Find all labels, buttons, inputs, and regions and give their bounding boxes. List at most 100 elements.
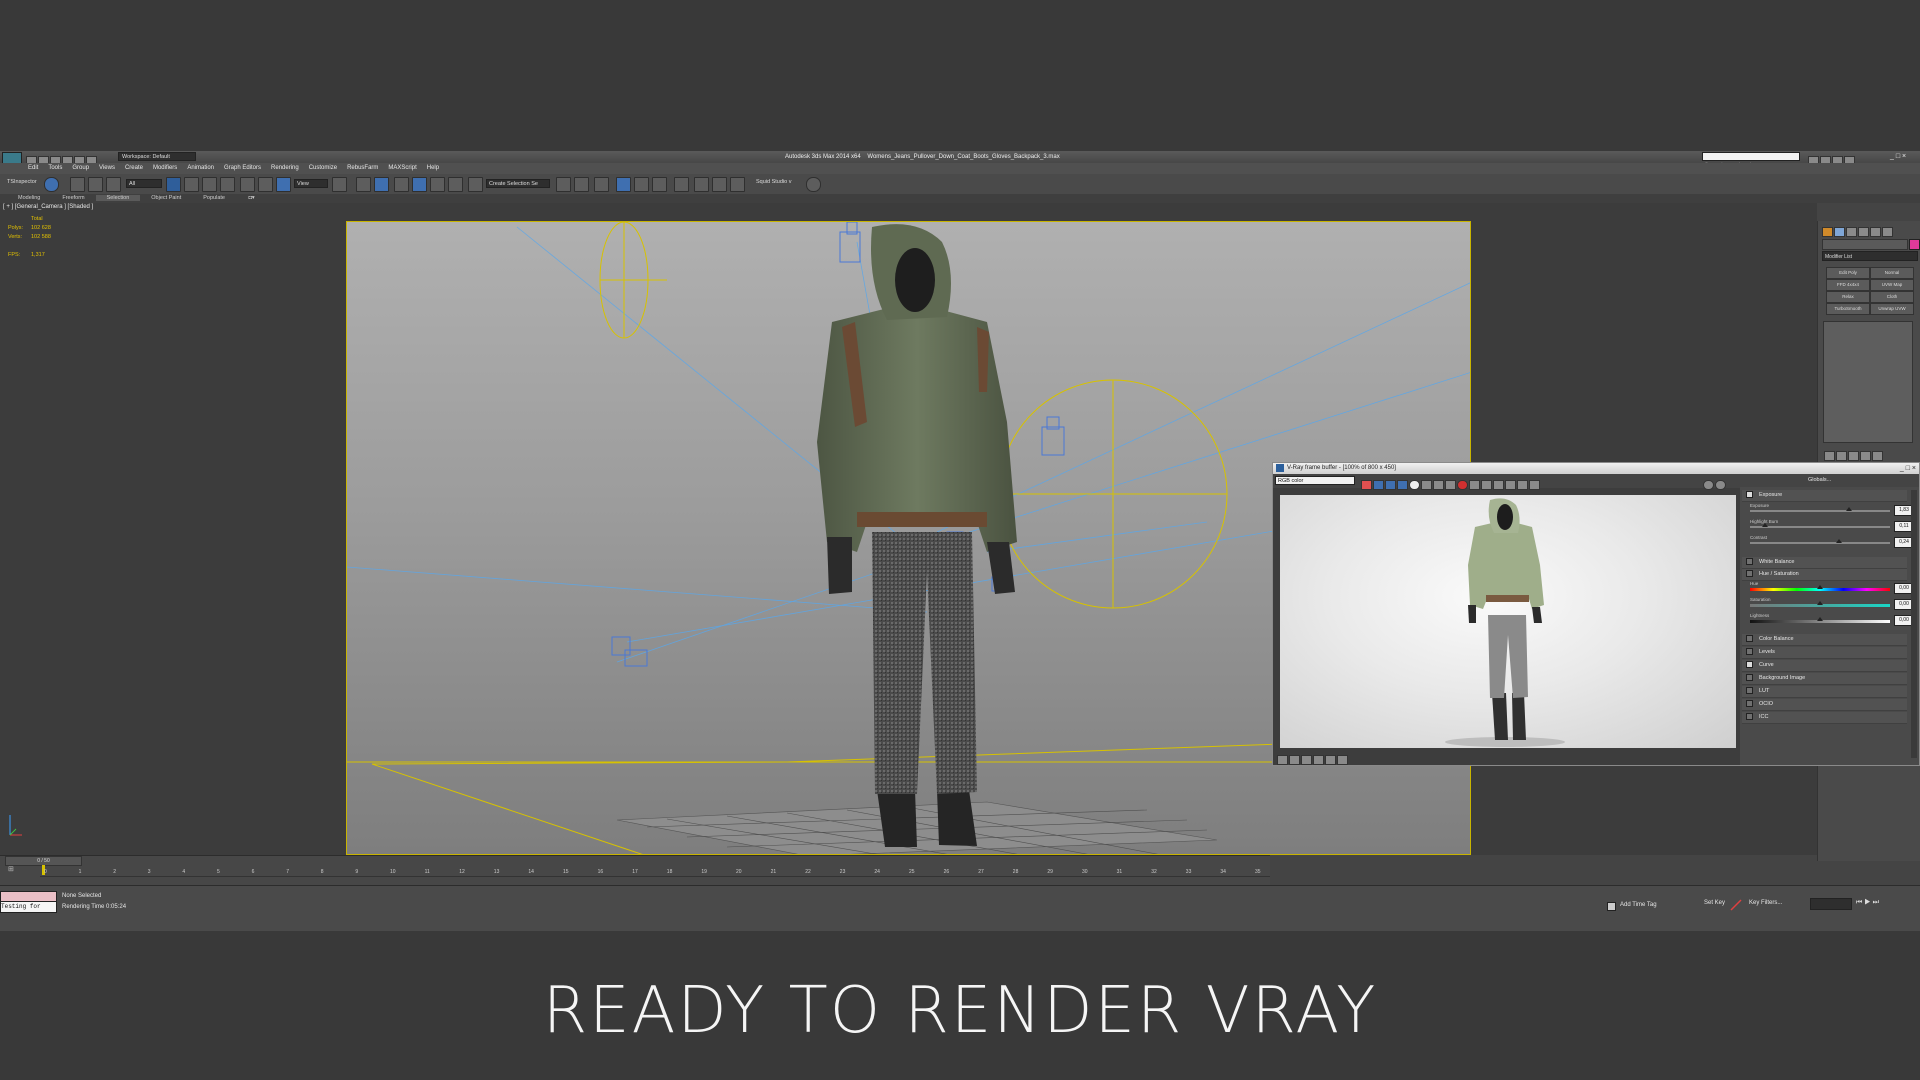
menu-help[interactable]: Help <box>422 165 444 171</box>
vfb-close-icon[interactable]: × <box>1912 465 1916 472</box>
mirror-icon[interactable] <box>556 177 571 192</box>
goto-end-icon[interactable]: ⏭ <box>1873 899 1881 906</box>
menu-graph-editors[interactable]: Graph Editors <box>219 165 266 171</box>
curve-checkbox[interactable] <box>1746 661 1753 669</box>
turbosmooth-button[interactable]: TurboSmooth <box>1826 303 1870 315</box>
corrections-toggle-icon[interactable] <box>1703 479 1714 490</box>
select-object-icon[interactable] <box>166 177 181 192</box>
hierarchy-tab-icon[interactable] <box>1846 226 1857 237</box>
mono-icon[interactable] <box>1409 479 1420 490</box>
object-color-swatch[interactable] <box>1909 239 1920 250</box>
tab-freeform[interactable]: Freeform <box>51 195 95 201</box>
alpha-channel-icon[interactable] <box>1397 479 1408 490</box>
normal-button[interactable]: Normal <box>1870 267 1914 279</box>
spinner-snap-icon[interactable] <box>448 177 463 192</box>
viewport-left-margin[interactable]: [ + ] [General_Camera ] [Shaded ] Total … <box>0 204 346 855</box>
modifier-list-dropdown[interactable]: Modifier List <box>1822 251 1918 261</box>
snap-toggle-icon[interactable] <box>394 177 409 192</box>
contrast-slider-handle[interactable] <box>1836 539 1842 543</box>
track-bar[interactable] <box>40 876 1270 877</box>
exposure-slider-handle[interactable] <box>1846 507 1852 511</box>
current-frame-field[interactable] <box>1810 898 1852 910</box>
link-icon[interactable] <box>70 177 85 192</box>
clear-image-icon[interactable] <box>1445 479 1456 490</box>
utilities-tab-icon[interactable] <box>1882 226 1893 237</box>
workspace-dropdown[interactable]: Workspace: Default <box>118 152 196 161</box>
menu-rendering[interactable]: Rendering <box>266 165 304 171</box>
named-selection-dropdown[interactable]: Create Selection Se <box>486 179 550 188</box>
reference-coord-dropdown[interactable]: View <box>294 179 328 188</box>
scene-explorer-icon[interactable] <box>616 177 631 192</box>
inspector-icon[interactable] <box>44 177 59 192</box>
render-setup-icon[interactable] <box>694 177 709 192</box>
timeline[interactable]: 0 / 50 ⊞ 0 1 2 3 4 5 6 7 8 9 10 11 12 13 14 15 16 17 18 19 2… <box>0 855 1270 886</box>
hue-saturation-section[interactable]: Hue / Saturation <box>1742 569 1907 581</box>
object-name-field[interactable] <box>1822 239 1908 250</box>
highlight-burn-slider[interactable] <box>1750 523 1890 528</box>
move-icon[interactable] <box>240 177 255 192</box>
menu-create[interactable]: Create <box>120 165 148 171</box>
levels-checkbox[interactable] <box>1746 648 1753 656</box>
maxscript-listener[interactable]: Testing for <box>0 901 57 913</box>
rendered-image[interactable] <box>1280 495 1736 748</box>
key-mode-icon[interactable] <box>1730 898 1742 911</box>
contrast-slider[interactable] <box>1750 539 1890 544</box>
panel-scrollbar[interactable] <box>1911 490 1917 758</box>
saturation-slider[interactable] <box>1750 601 1890 607</box>
rotate-icon[interactable] <box>258 177 273 192</box>
load-image-icon[interactable] <box>1433 479 1444 490</box>
edit-named-selection-icon[interactable] <box>468 177 483 192</box>
squid-icon[interactable] <box>806 177 821 192</box>
track-mouse-icon[interactable] <box>1481 479 1492 490</box>
motion-tab-icon[interactable] <box>1858 226 1869 237</box>
key-filters-button[interactable]: Key Filters... <box>1749 900 1782 906</box>
color-balance-checkbox[interactable] <box>1746 635 1753 643</box>
rect-selection-icon[interactable] <box>202 177 217 192</box>
exposure-section[interactable]: Exposure <box>1742 490 1907 502</box>
render-production-icon[interactable] <box>730 177 745 192</box>
menu-rebusfarm[interactable]: RebusFarm <box>342 165 383 171</box>
play-icon[interactable]: ▶ <box>1864 899 1872 906</box>
green-channel-icon[interactable] <box>1373 479 1384 490</box>
highlight-burn-slider-handle[interactable] <box>1762 523 1768 527</box>
menu-group[interactable]: Group <box>67 165 94 171</box>
modify-tab-icon[interactable] <box>1834 226 1845 237</box>
tab-object-paint[interactable]: Object Paint <box>140 195 192 201</box>
unwrap-uvw-button[interactable]: Unwrap UVW <box>1870 303 1914 315</box>
pivot-center-icon[interactable] <box>332 177 347 192</box>
angle-snap-icon[interactable] <box>412 177 427 192</box>
layer-explorer-icon[interactable] <box>594 177 609 192</box>
ffd-button[interactable]: FFD 4x4x4 <box>1826 279 1870 291</box>
make-unique-icon[interactable] <box>1848 450 1859 461</box>
rendered-frame-window-icon[interactable] <box>712 177 727 192</box>
remove-modifier-icon[interactable] <box>1860 450 1871 461</box>
close-icon[interactable]: × <box>1902 153 1906 160</box>
create-tab-icon[interactable] <box>1822 226 1833 237</box>
select-by-name-icon[interactable] <box>184 177 199 192</box>
selection-filter-dropdown[interactable]: All <box>126 179 162 188</box>
squid-studio-label[interactable]: Squid Studio v <box>756 179 791 185</box>
tsinspector-label[interactable]: TSInspector <box>7 179 37 185</box>
edit-poly-button[interactable]: Edit Poly <box>1826 267 1870 279</box>
background-image-section[interactable]: Background Image <box>1742 673 1907 685</box>
vfb-status-icon-5[interactable] <box>1325 754 1336 765</box>
vfb-minimize-icon[interactable]: _ <box>1900 465 1904 472</box>
channel-dropdown[interactable]: RGB color <box>1275 476 1355 485</box>
vfb-status-icon-2[interactable] <box>1289 754 1300 765</box>
ocio-section[interactable]: OCIO <box>1742 699 1907 711</box>
background-image-checkbox[interactable] <box>1746 674 1753 682</box>
stereo-icon[interactable] <box>1715 479 1726 490</box>
ocio-checkbox[interactable] <box>1746 700 1753 708</box>
menu-tools[interactable]: Tools <box>43 165 67 171</box>
menu-animation[interactable]: Animation <box>182 165 219 171</box>
cloth-button[interactable]: Cloth <box>1870 291 1914 303</box>
minimize-icon[interactable]: _ <box>1890 153 1894 160</box>
region-render-icon[interactable] <box>1469 479 1480 490</box>
set-key-button[interactable]: Set Key <box>1704 900 1725 906</box>
vray-frame-buffer-window[interactable]: V-Ray frame buffer - [100% of 800 x 450]… <box>1272 462 1920 766</box>
save-image-icon[interactable] <box>1421 479 1432 490</box>
saturation-slider-handle[interactable] <box>1817 601 1823 605</box>
display-tab-icon[interactable] <box>1870 226 1881 237</box>
hue-saturation-checkbox[interactable] <box>1746 570 1753 578</box>
curve-editor-icon[interactable] <box>634 177 649 192</box>
